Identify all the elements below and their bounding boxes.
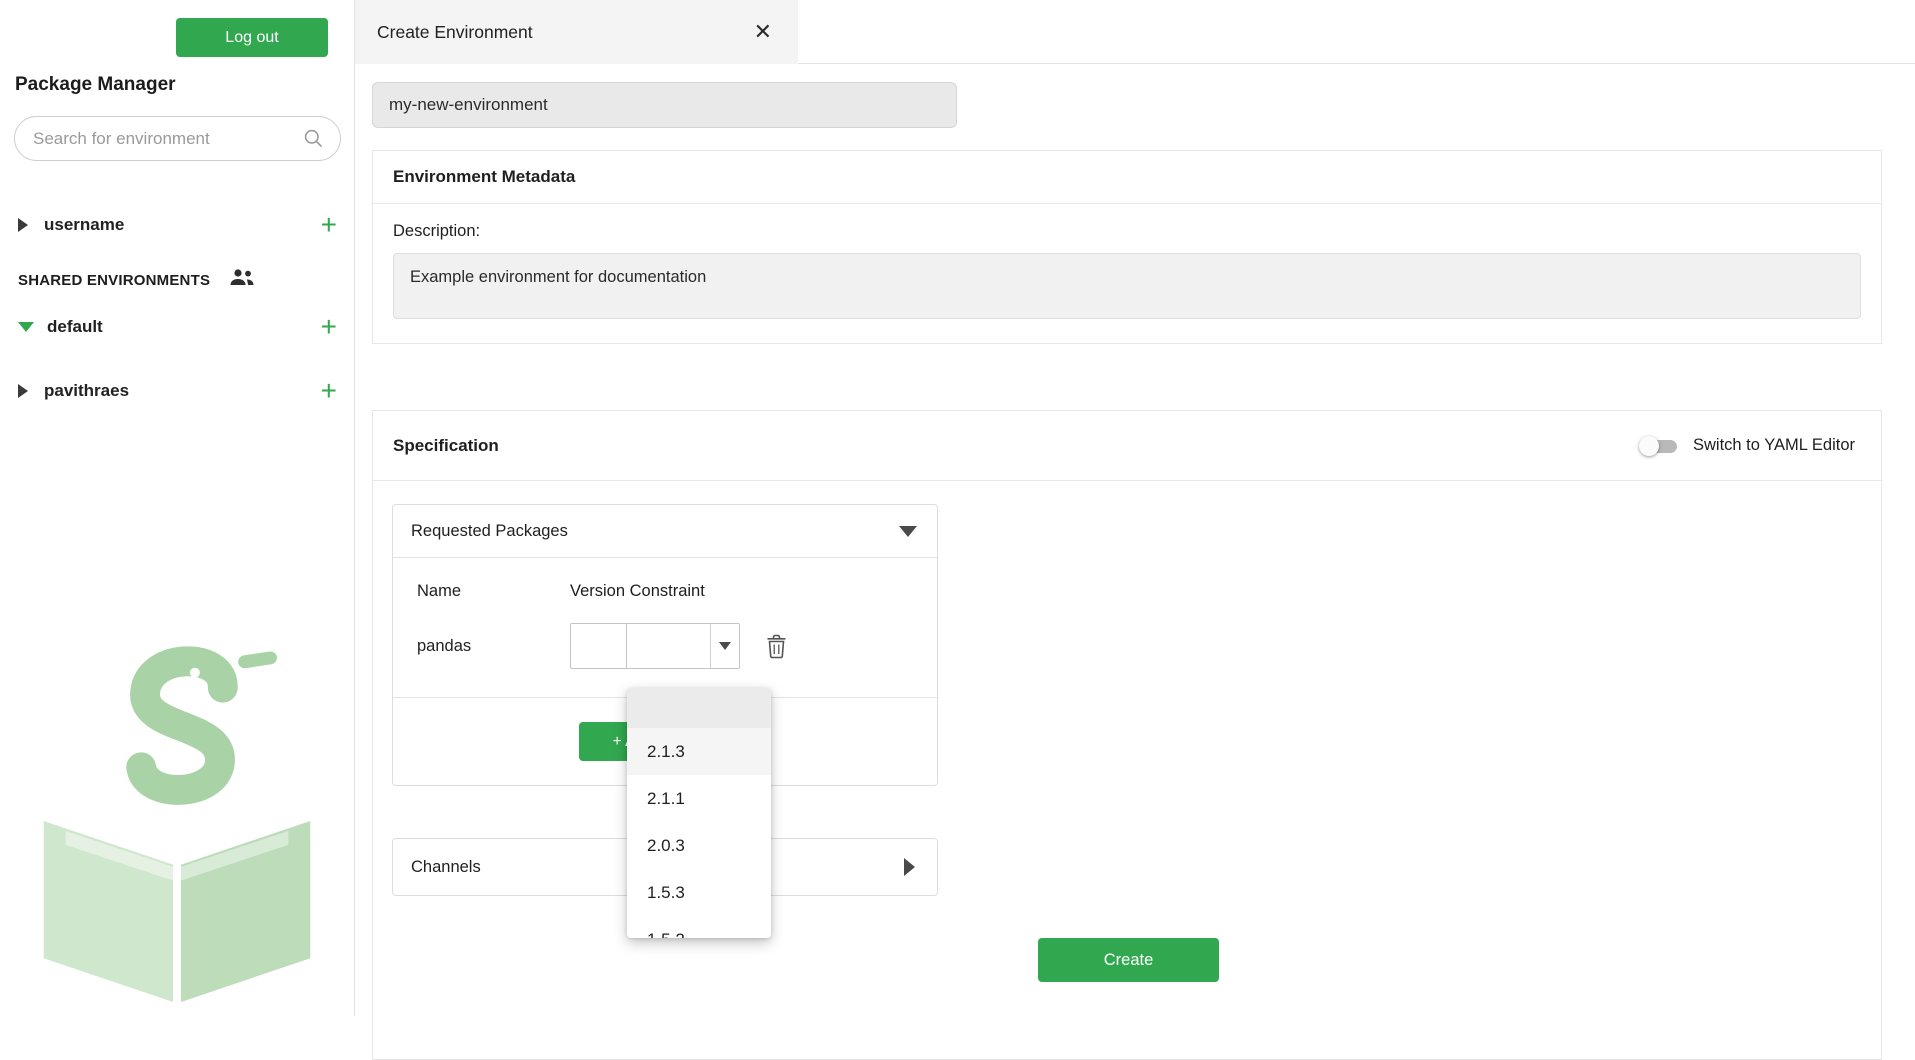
app-title: Package Manager	[15, 74, 176, 96]
environment-search[interactable]	[14, 116, 341, 161]
close-icon[interactable]: ✕	[754, 21, 772, 43]
chevron-down-icon[interactable]	[899, 526, 917, 537]
add-environment-button[interactable]: +	[321, 317, 337, 337]
tab-title: Create Environment	[377, 22, 533, 43]
conda-store-logo	[26, 626, 328, 1004]
column-name: Name	[417, 582, 570, 601]
column-version-constraint: Version Constraint	[570, 582, 705, 601]
expand-right-icon[interactable]	[18, 384, 28, 398]
add-environment-button[interactable]: +	[321, 381, 337, 401]
requested-packages-header[interactable]: Requested Packages	[393, 505, 937, 558]
environment-metadata-section: Environment Metadata Description: Exampl…	[372, 150, 1882, 344]
tab-bar: Create Environment ✕	[355, 0, 1915, 64]
version-option[interactable]: 2.1.1	[627, 775, 771, 822]
channels-title: Channels	[411, 858, 481, 877]
tree-item-default[interactable]: default +	[0, 307, 355, 347]
tree-item-label: default	[47, 317, 321, 337]
people-icon	[228, 268, 256, 292]
specification-title: Specification	[393, 436, 499, 456]
tree-item-pavithraes[interactable]: pavithraes +	[0, 371, 355, 411]
version-option[interactable]	[627, 688, 771, 728]
version-option[interactable]: 1.5.3	[627, 869, 771, 916]
yaml-editor-toggle[interactable]	[1639, 436, 1679, 456]
add-environment-button[interactable]: +	[321, 215, 337, 235]
metadata-section-title: Environment Metadata	[373, 151, 1881, 204]
version-dropdown: 2.1.3 2.1.1 2.0.3 1.5.3 1.5.2	[627, 688, 771, 938]
version-option[interactable]: 1.5.2	[627, 916, 771, 938]
expand-down-icon[interactable]	[18, 322, 34, 332]
environment-name-input[interactable]	[372, 82, 957, 128]
logout-button[interactable]: Log out	[176, 18, 328, 57]
specification-header: Specification Switch to YAML Editor	[373, 411, 1881, 481]
expand-right-icon[interactable]	[18, 218, 28, 232]
package-row-pandas: pandas	[393, 601, 937, 697]
tree-item-label: username	[44, 215, 321, 235]
version-select-value	[627, 624, 710, 668]
tab-create-environment[interactable]: Create Environment ✕	[355, 0, 798, 64]
sidebar: Log out Package Manager username + SHARE…	[0, 0, 355, 1016]
description-label: Description:	[393, 222, 1881, 241]
create-button[interactable]: Create	[1038, 938, 1219, 982]
tree-item-username[interactable]: username +	[0, 205, 355, 245]
requested-packages-title: Requested Packages	[411, 522, 568, 541]
package-name: pandas	[417, 637, 570, 656]
yaml-toggle-label: Switch to YAML Editor	[1693, 436, 1855, 455]
chevron-right-icon[interactable]	[904, 858, 915, 876]
trash-icon	[766, 634, 787, 659]
shared-environments-label: SHARED ENVIRONMENTS	[18, 272, 210, 289]
select-chevron-area[interactable]	[710, 624, 739, 668]
chevron-down-icon	[719, 642, 731, 650]
tree-item-label: pavithraes	[44, 381, 321, 401]
version-constraint-operator-input[interactable]	[570, 623, 627, 669]
delete-package-button[interactable]	[766, 634, 787, 659]
search-input[interactable]	[31, 128, 302, 150]
toggle-knob	[1639, 436, 1659, 456]
version-option[interactable]: 2.0.3	[627, 822, 771, 869]
shared-environments-header: SHARED ENVIRONMENTS	[0, 260, 355, 300]
version-option[interactable]: 2.1.3	[627, 728, 771, 775]
search-icon	[302, 128, 324, 150]
description-field[interactable]: Example environment for documentation	[393, 253, 1861, 319]
yaml-editor-switch: Switch to YAML Editor	[1639, 436, 1855, 456]
packages-table-header: Name Version Constraint	[393, 558, 937, 601]
version-select[interactable]	[626, 623, 740, 669]
